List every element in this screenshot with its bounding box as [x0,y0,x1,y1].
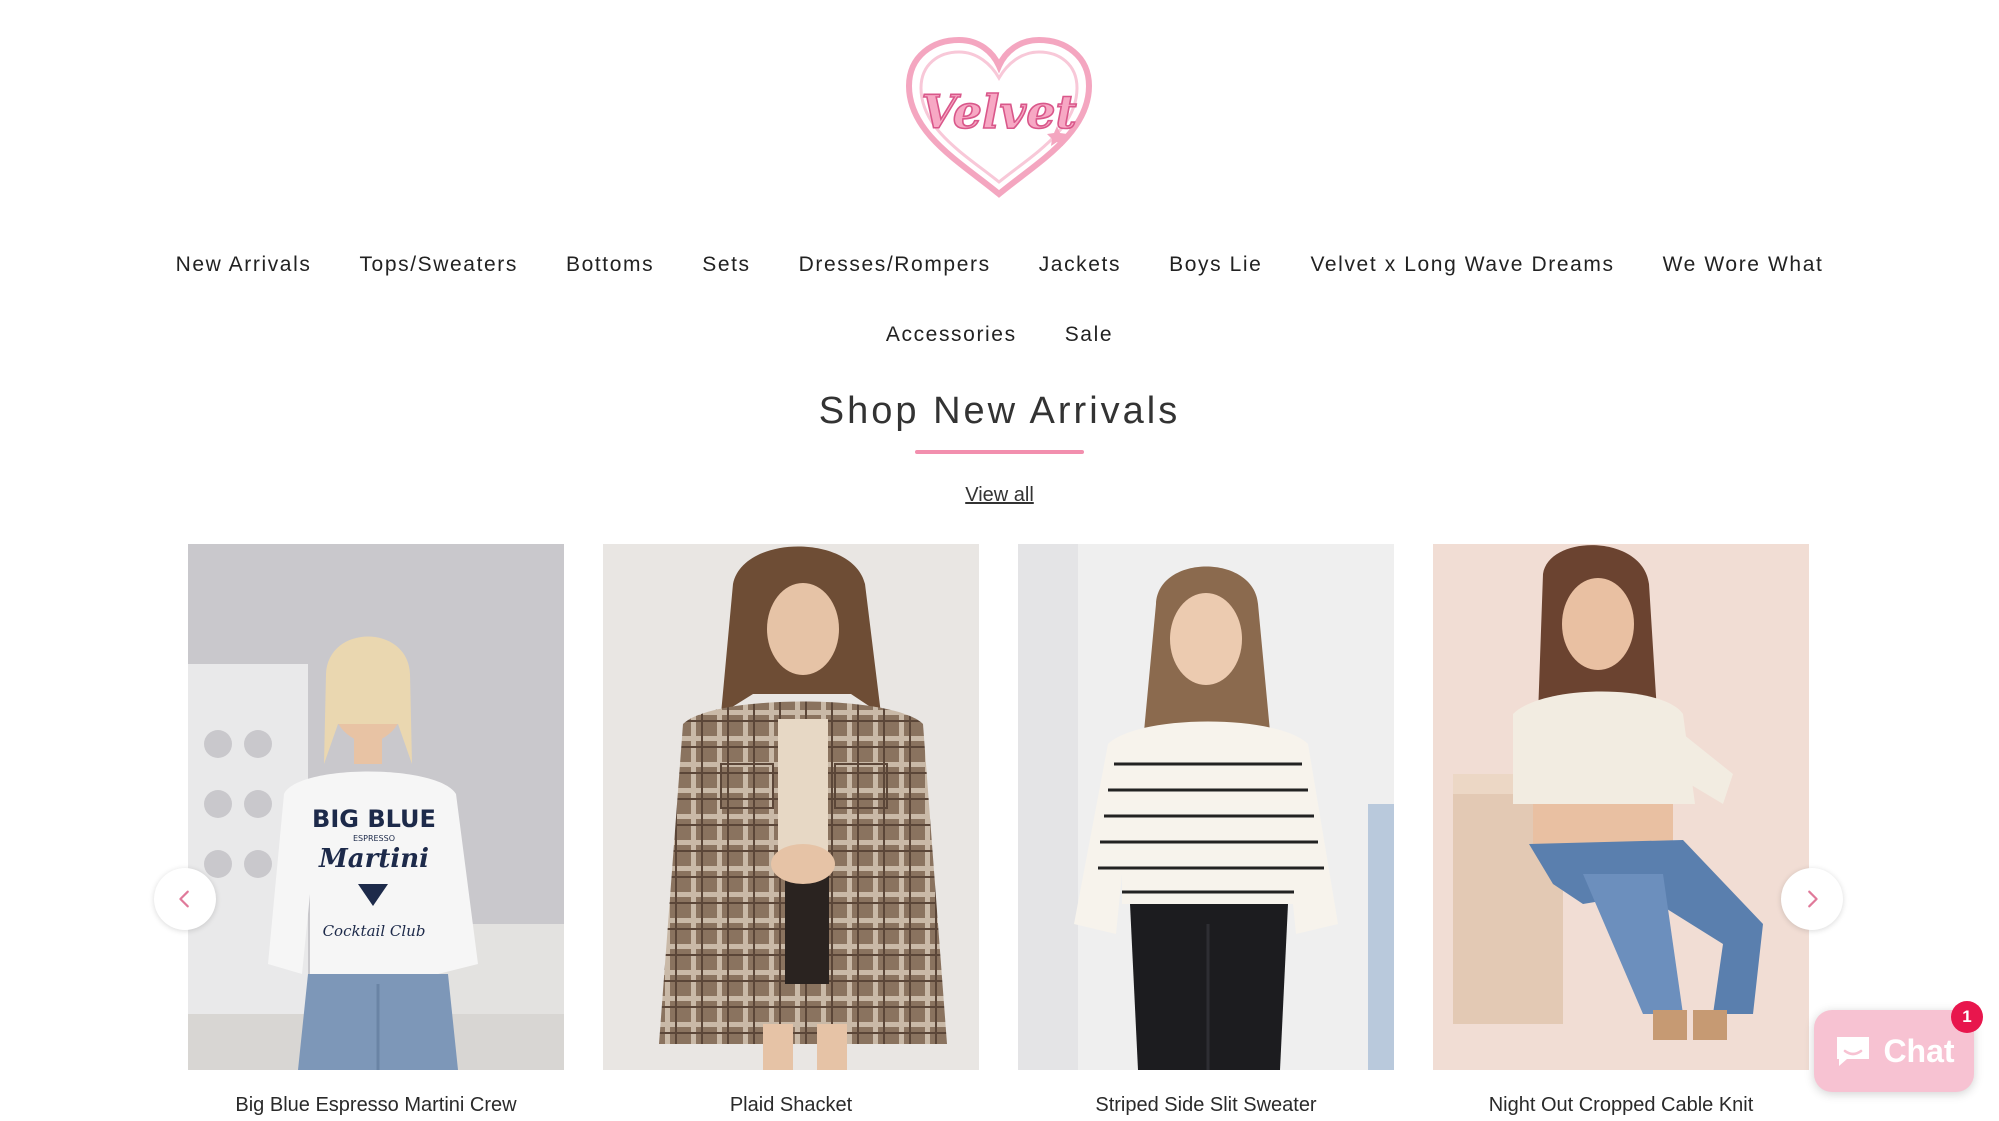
product-card: Night Out Cropped Cable Knit [1433,544,1809,1117]
product-image-striped-side-slit-sweater[interactable] [1018,544,1394,1070]
nav-bottoms[interactable]: Bottoms [566,253,654,277]
chat-button[interactable]: Chat [1814,1010,1974,1092]
nav-tops-sweaters[interactable]: Tops/Sweaters [359,253,518,277]
product-image-big-blue-espresso-martini-crew[interactable]: BIG BLUE ESPRESSO Martini Cocktail Club [188,544,564,1070]
svg-text:Cocktail Club: Cocktail Club [323,922,426,940]
carousel-prev-button[interactable] [154,868,216,930]
view-all-container: View all [0,484,1999,507]
chat-notification-badge: 1 [1951,1001,1983,1033]
chevron-right-icon [1808,890,1818,908]
product-name[interactable]: Striped Side Slit Sweater [1018,1094,1394,1117]
product-card: Striped Side Slit Sweater [1018,544,1394,1117]
main-nav: New Arrivals Tops/Sweaters Bottoms Sets … [0,253,1999,277]
section-title: Shop New Arrivals [818,390,1181,432]
nav-jackets[interactable]: Jackets [1039,253,1121,277]
product-card: Plaid Shacket [603,544,979,1117]
nav-sale[interactable]: Sale [1065,323,1113,347]
svg-text:BIG BLUE: BIG BLUE [312,805,436,833]
view-all-link[interactable]: View all [965,484,1034,506]
nav-we-wore-what[interactable]: We Wore What [1663,253,1824,277]
chevron-left-icon [179,890,189,908]
product-card: BIG BLUE ESPRESSO Martini Cocktail Club … [188,544,564,1117]
chat-label: Chat [1883,1032,1955,1069]
nav-new-arrivals[interactable]: New Arrivals [176,253,312,277]
product-name[interactable]: Plaid Shacket [603,1094,979,1117]
product-image-night-out-cropped-cable-knit[interactable] [1433,544,1809,1070]
nav-dresses-rompers[interactable]: Dresses/Rompers [799,253,991,277]
nav-accessories[interactable]: Accessories [886,323,1017,347]
chat-bubble-icon [1837,1037,1870,1066]
product-image-plaid-shacket[interactable] [603,544,979,1070]
product-name[interactable]: Night Out Cropped Cable Knit [1433,1094,1809,1117]
carousel-next-button[interactable] [1781,868,1843,930]
title-underline [915,450,1084,454]
svg-text:ESPRESSO: ESPRESSO [353,834,395,843]
svg-text:Martini: Martini [318,844,429,874]
product-name[interactable]: Big Blue Espresso Martini Crew [188,1094,564,1117]
main-nav-row-2: Accessories Sale [0,323,1999,347]
nav-sets[interactable]: Sets [702,253,750,277]
page: Velvet New Arrivals Tops/Sweaters Bottom… [0,0,1999,1121]
velvet-logo[interactable]: Velvet [903,36,1095,200]
nav-boys-lie[interactable]: Boys Lie [1169,253,1262,277]
svg-text:Velvet: Velvet [921,85,1076,139]
nav-velvet-x-long-wave-dreams[interactable]: Velvet x Long Wave Dreams [1310,253,1614,277]
